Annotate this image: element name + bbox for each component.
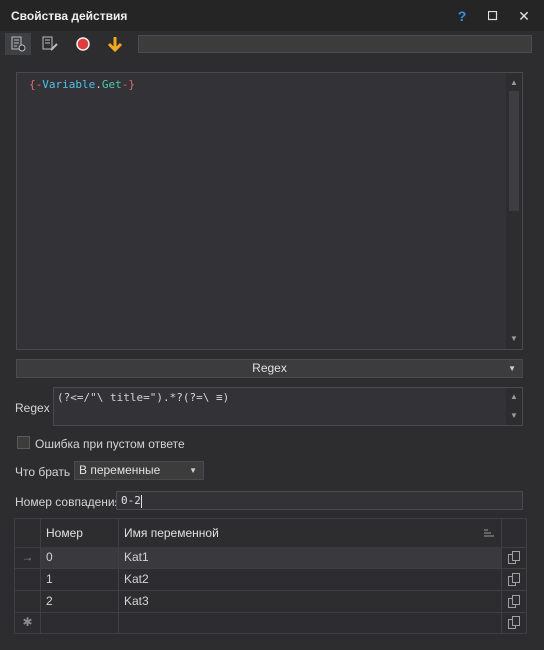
what-take-select[interactable]: В переменные ▼ [74,461,204,480]
column-header-number[interactable]: Номер [46,519,83,547]
empty-error-label: Ошибка при пустом ответе [35,437,185,451]
table-new-row[interactable]: ✱ [15,612,526,633]
sort-icon [484,529,494,537]
row-number[interactable]: 1 [41,569,118,590]
help-button[interactable]: ? [451,6,473,26]
what-take-value: В переменные [79,463,161,477]
code-editor[interactable]: {-Variable.Get-} ▲ ▼ [16,72,523,350]
title-bar: Свойства действия ? ✕ [0,0,544,32]
scroll-thumb[interactable] [509,91,519,211]
scroll-down-icon[interactable]: ▼ [510,412,518,420]
code-get: Get [101,78,122,91]
copy-icon [508,616,520,629]
row-variable[interactable]: Kat1 [119,547,501,568]
chevron-down-icon: ▼ [508,364,516,373]
match-number-input[interactable]: 0-2 [116,491,523,510]
scroll-up-icon[interactable]: ▲ [510,79,518,87]
scroll-down-icon[interactable]: ▼ [510,335,518,343]
maximize-button[interactable] [482,6,504,26]
copy-icon [508,595,520,608]
row-variable[interactable] [119,612,501,633]
row-variable[interactable]: Kat2 [119,569,501,590]
code-line: {-Variable.Get-} [29,78,135,91]
table-row[interactable]: → 0 Kat1 [15,547,526,569]
arrow-down-tool-button[interactable] [102,33,128,55]
copy-icon [508,551,520,564]
maximize-icon [487,10,498,21]
row-marker [15,591,40,612]
table-row[interactable]: 2 Kat3 [15,591,526,613]
record-tool-button[interactable] [70,33,96,55]
mode-select[interactable]: Regex ▼ [16,359,523,378]
regex-label: Regex [15,401,50,415]
row-marker [15,569,40,590]
scroll-up-icon[interactable]: ▲ [510,393,518,401]
empty-error-checkbox[interactable] [17,436,30,449]
chevron-down-icon: ▼ [189,466,197,475]
code-open-brace: {- [29,78,43,91]
window-title: Свойства действия [11,9,128,23]
copy-button[interactable] [502,547,526,568]
text-caret [140,494,142,508]
code-variable: Variable [42,78,96,91]
edit-tool-button[interactable] [37,33,63,55]
regex-input[interactable]: (?<=/"\ title=").*?(?=\ ≡) ▲ ▼ [53,387,523,426]
copy-button[interactable] [502,612,526,633]
edit-icon [42,36,58,51]
copy-icon [508,573,520,586]
regex-scrollbar[interactable]: ▲ ▼ [506,388,522,425]
close-button[interactable]: ✕ [513,6,535,26]
column-header-variable[interactable]: Имя переменной [124,519,219,547]
table-row[interactable]: 1 Kat2 [15,569,526,591]
copy-button[interactable] [502,591,526,612]
row-variable[interactable]: Kat3 [119,591,501,612]
what-take-label: Что брать [15,465,71,479]
properties-tool-button[interactable] [5,33,31,55]
row-number[interactable] [41,612,118,633]
new-row-marker: ✱ [22,615,33,629]
row-marker: → [21,550,34,564]
variables-table: Номер Имя переменной → 0 Kat1 1 Kat2 2 K… [14,518,527,634]
row-number[interactable]: 2 [41,591,118,612]
arrow-down-icon [107,37,123,53]
table-header: Номер Имя переменной [15,519,526,548]
match-number-value: 0-2 [121,494,141,507]
row-number[interactable]: 0 [41,547,118,568]
properties-icon [11,36,26,52]
code-close-brace: -} [121,78,135,91]
editor-scrollbar[interactable]: ▲ ▼ [506,73,522,349]
copy-button[interactable] [502,569,526,590]
record-icon [76,37,90,51]
match-number-label: Номер совпадения [15,495,122,509]
regex-value: (?<=/"\ title=").*?(?=\ ≡) [57,391,230,404]
code-dot: . [95,78,102,91]
mode-select-value: Regex [252,361,287,375]
toolbar-comment-input[interactable] [138,35,532,53]
